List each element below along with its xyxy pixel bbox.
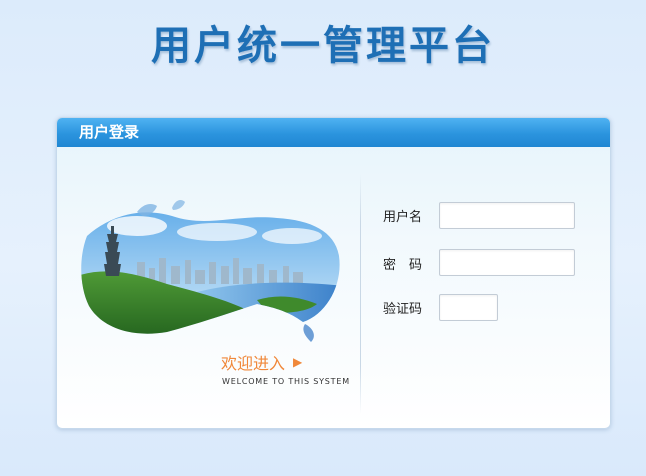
password-input[interactable] xyxy=(439,249,575,276)
welcome-text: 欢迎进入 xyxy=(221,354,286,373)
captcha-label: 验证码 xyxy=(383,302,423,317)
panel-divider xyxy=(360,174,361,414)
welcome-subtitle: WELCOME TO THIS SYSTEM xyxy=(222,377,350,386)
play-arrow-icon: ▶ xyxy=(293,355,303,369)
username-label: 用户名 xyxy=(383,210,423,225)
login-panel: 用户登录 欢迎进入 ▶ WELCOME TO THIS SYSTEM 用户名 密… xyxy=(56,117,611,429)
welcome-link[interactable]: 欢迎进入 ▶ xyxy=(221,350,302,374)
panel-header: 用户登录 xyxy=(57,118,610,147)
captcha-input[interactable] xyxy=(439,294,498,321)
page-title: 用户统一管理平台 xyxy=(151,23,495,69)
username-input[interactable] xyxy=(439,202,575,229)
scenic-illustration xyxy=(77,196,345,346)
password-label: 密 码 xyxy=(383,258,423,273)
